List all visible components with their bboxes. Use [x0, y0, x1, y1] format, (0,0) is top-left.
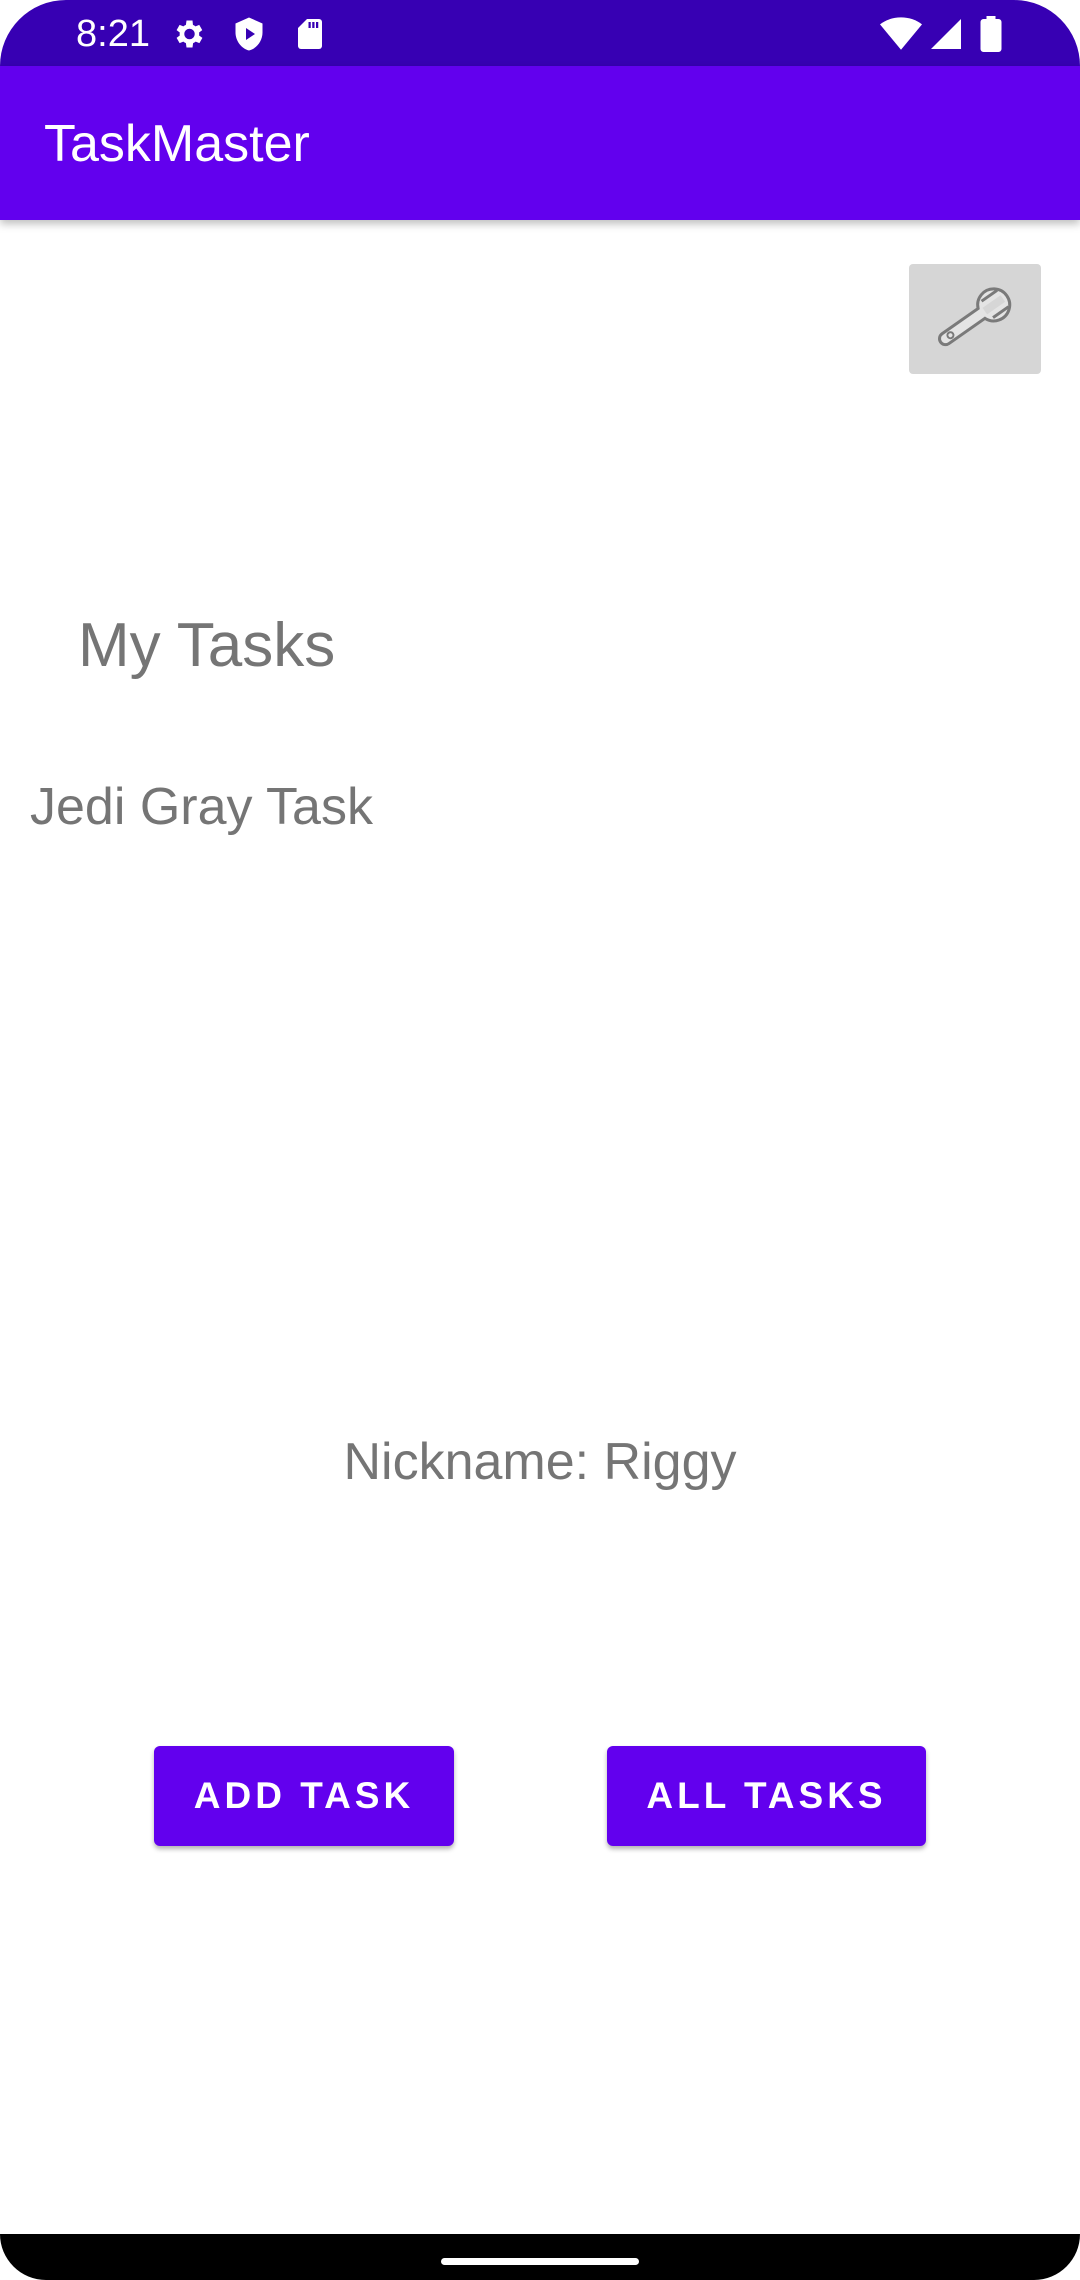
home-handle[interactable]	[441, 2258, 639, 2265]
status-time: 8:21	[76, 13, 150, 55]
shield-play-icon	[235, 17, 263, 51]
navigation-bar	[0, 2234, 1080, 2280]
add-task-button[interactable]: ADD TASK	[154, 1746, 454, 1846]
wrench-icon	[938, 287, 1012, 347]
page-heading: My Tasks	[78, 611, 336, 680]
signal-icon	[931, 19, 961, 49]
gear-icon	[176, 20, 203, 48]
battery-icon	[980, 16, 1002, 52]
nickname-label: Nickname: Riggy	[343, 1433, 737, 1491]
app-title: TaskMaster	[44, 115, 310, 173]
settings-button[interactable]	[909, 264, 1041, 374]
all-tasks-button[interactable]: ALL TASKS	[607, 1746, 926, 1846]
task-item[interactable]: Jedi Gray Task	[30, 775, 373, 839]
screen: 8:21 TaskMaster My Tasks Jedi Gray Task …	[0, 0, 1080, 2280]
app-bar: TaskMaster	[0, 66, 1080, 220]
wifi-icon	[880, 17, 922, 50]
status-bar: 8:21	[0, 0, 1080, 66]
sd-card-icon	[298, 19, 322, 49]
